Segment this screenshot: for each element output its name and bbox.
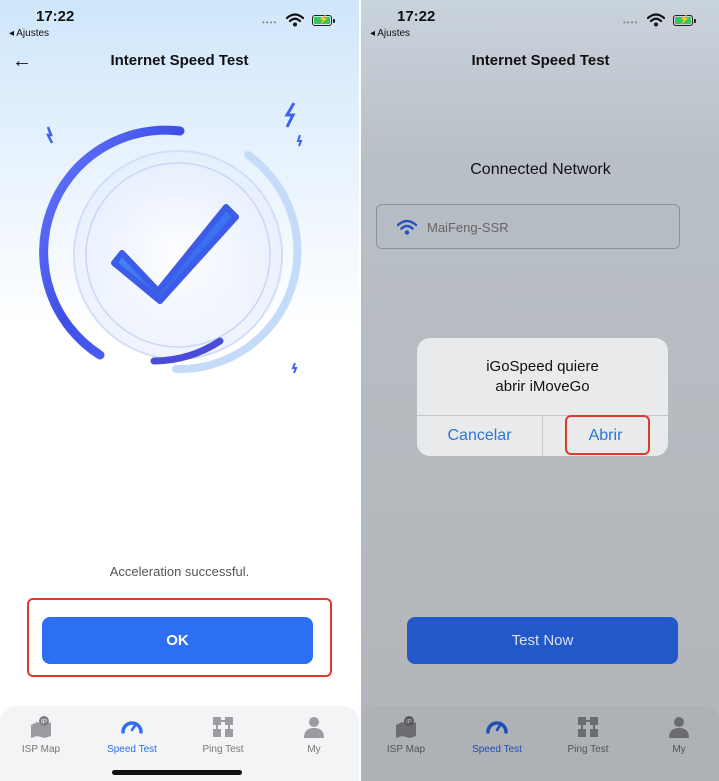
page-title: Internet Speed Test [471,52,610,69]
highlight-box [565,415,650,455]
svg-text:IP: IP [41,720,47,726]
tab-ping-test[interactable]: Ping Test [553,714,623,755]
battery-icon: ⚡ [312,14,335,26]
tab-label: ISP Map [21,744,61,755]
tab-my[interactable]: My [644,714,714,755]
back-to-settings-link[interactable]: ◂ Ajustes [9,28,49,39]
tab-speed-test[interactable]: Speed Test [462,714,532,755]
alert-message-line1: iGoSpeed quiere [486,358,599,375]
back-to-settings-link[interactable]: ◂ Ajustes [370,28,410,39]
ok-button[interactable]: OK [42,617,313,664]
bottom-tab-bar: IP ISP Map Speed Test Ping Test My [361,706,719,781]
cancel-button[interactable]: Cancelar [417,416,542,456]
network-name: MaiFeng-SSR [427,220,509,235]
network-field: MaiFeng-SSR [376,204,680,249]
page-title: Internet Speed Test [110,52,249,69]
ping-grid-icon [578,717,598,737]
status-bar: 17:22 ◂ Ajustes •••• ⚡ [361,6,719,46]
success-checkmark-illustration [39,102,303,374]
tab-my[interactable]: My [279,714,349,755]
isp-map-icon: IP [396,716,416,738]
tab-label: Speed Test [472,744,522,755]
alert-message-line2: abrir iMoveGo [495,378,590,395]
wifi-status-icon [647,13,665,27]
cellular-signal-icon: •••• [623,18,639,27]
test-now-button[interactable]: Test Now [407,617,678,664]
open-app-prompt-screen: 17:22 ◂ Ajustes •••• ⚡ Internet Speed Te… [361,0,719,781]
ping-grid-icon [213,717,233,737]
tab-label: Speed Test [107,744,157,755]
person-icon [304,717,324,738]
tab-speed-test[interactable]: Speed Test [97,714,167,755]
tab-label: My [307,744,321,755]
cellular-signal-icon: •••• [262,18,278,27]
wifi-status-icon [286,13,304,27]
tab-label: Ping Test [567,744,609,755]
acceleration-status-text: Acceleration successful. [109,564,250,579]
home-indicator [112,770,242,775]
speedometer-icon [486,721,508,734]
tab-isp-map[interactable]: IP ISP Map [371,714,441,755]
isp-map-icon: IP [31,716,51,738]
battery-icon: ⚡ [673,14,696,26]
speedometer-icon [121,721,143,734]
wifi-icon [397,219,417,235]
tab-label: ISP Map [386,744,426,755]
tab-label: Ping Test [202,744,244,755]
speed-test-success-screen: 17:22 ◂ Ajustes •••• ⚡ ← Internet Speed … [0,0,359,781]
svg-text:IP: IP [406,720,412,726]
tab-isp-map[interactable]: IP ISP Map [6,714,76,755]
connected-network-heading: Connected Network [470,161,611,178]
tab-ping-test[interactable]: Ping Test [188,714,258,755]
person-icon [669,717,689,738]
tab-label: My [672,744,686,755]
status-time: 17:22 [36,8,75,25]
alert-message: iGoSpeed quiere abrir iMoveGo [417,357,668,397]
status-time: 17:22 [397,8,436,25]
status-bar: 17:22 ◂ Ajustes •••• ⚡ [0,6,359,46]
